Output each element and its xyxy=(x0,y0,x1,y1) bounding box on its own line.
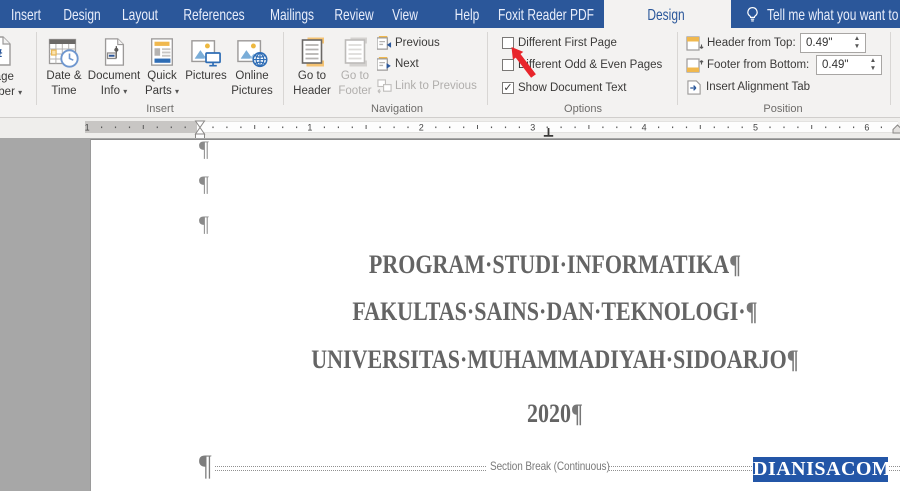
svg-text:#: # xyxy=(0,47,3,64)
svg-text:1: 1 xyxy=(307,123,312,133)
svg-text:5: 5 xyxy=(753,123,758,133)
svg-text:2: 2 xyxy=(419,123,424,133)
svg-text:1: 1 xyxy=(85,123,90,133)
svg-text:3: 3 xyxy=(530,123,535,133)
svg-text:4: 4 xyxy=(642,123,647,133)
svg-text:6: 6 xyxy=(864,123,869,133)
